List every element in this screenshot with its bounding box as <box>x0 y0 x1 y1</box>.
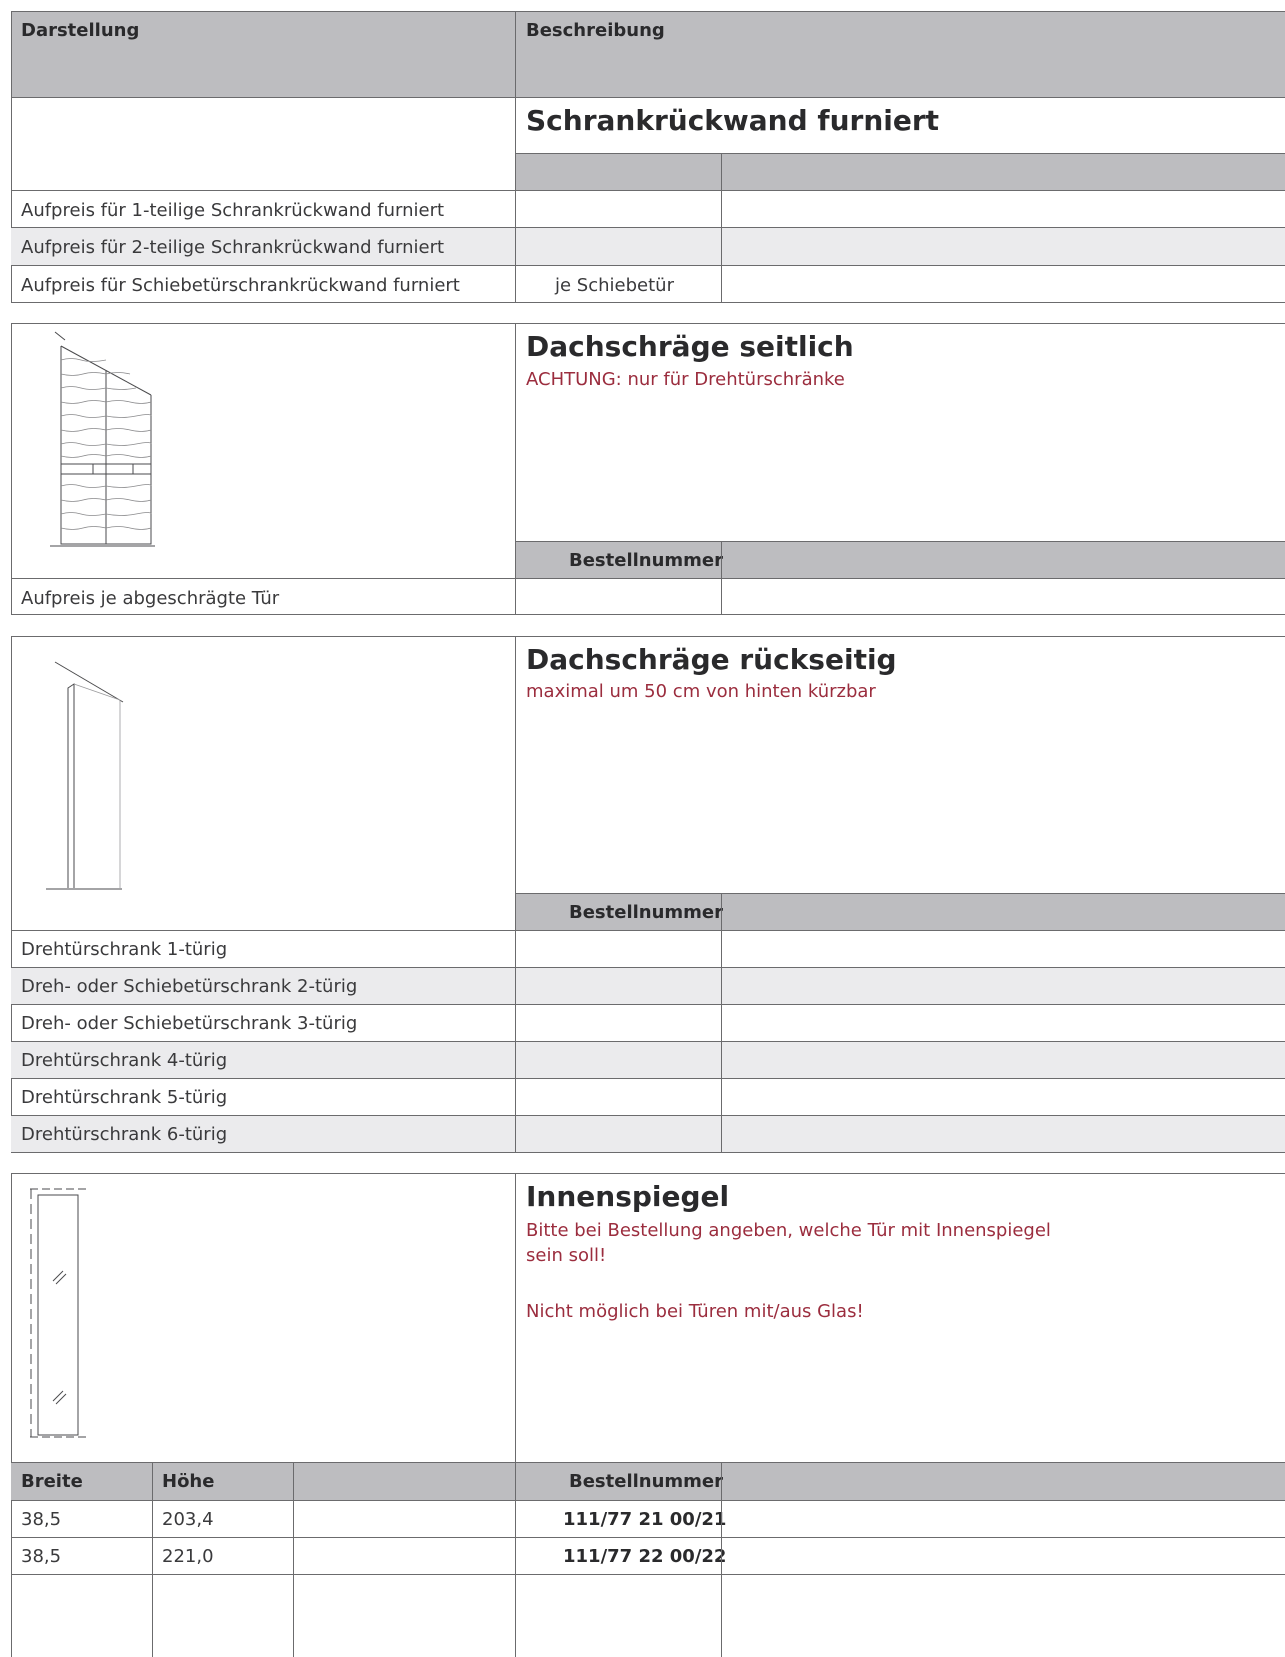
section1-gray-band <box>516 154 1285 190</box>
row-label: Aufpreis für Schiebetürschrankrückwand f… <box>21 275 460 296</box>
mirror-order-number: 111/77 22 00/22 <box>563 1546 727 1567</box>
order-number-header: Bestellnummer <box>569 902 724 923</box>
section-note: maximal um 50 cm von hinten kürzbar <box>526 681 876 702</box>
mirror-height: 203,4 <box>162 1509 214 1530</box>
column-header-breite: Breite <box>21 1471 83 1492</box>
row-label: Drehtürschrank 5-türig <box>21 1087 228 1108</box>
mirror-width: 38,5 <box>21 1509 62 1530</box>
mirror-width: 38,5 <box>21 1546 62 1567</box>
row-label: Aufpreis je abgeschrägte Tür <box>21 588 280 609</box>
section-note-glass: Nicht möglich bei Türen mit/aus Glas! <box>526 1301 864 1322</box>
row-label: Dreh- oder Schiebetürschrank 3-türig <box>21 1013 358 1034</box>
row-label: Aufpreis für 2-teilige Schrankrückwand f… <box>21 237 445 258</box>
row-label: Dreh- oder Schiebetürschrank 2-türig <box>21 976 358 997</box>
section-title-rueckwand: Schrankrückwand furniert <box>526 104 940 137</box>
column-header-bestellnummer: Bestellnummer <box>569 1471 724 1492</box>
row-label: Drehtürschrank 6-türig <box>21 1124 228 1145</box>
row-label: Drehtürschrank 4-türig <box>21 1050 228 1071</box>
row-label: Drehtürschrank 1-türig <box>21 939 228 960</box>
header-darstellung: Darstellung <box>21 20 140 41</box>
section-title-innenspiegel: Innenspiegel <box>526 1180 730 1213</box>
section-title-dachschraege-rueckseitig: Dachschräge rückseitig <box>526 643 897 676</box>
column-header-hoehe: Höhe <box>162 1471 215 1492</box>
row-mid-label: je Schiebetür <box>555 275 674 296</box>
wardrobe-rear-slope-drawing <box>46 661 124 890</box>
section-note: sein soll! <box>526 1245 607 1266</box>
mirror-height: 221,0 <box>162 1546 214 1567</box>
section-title-dachschraege-seitlich: Dachschräge seitlich <box>526 330 854 363</box>
inner-mirror-door-drawing <box>30 1188 86 1438</box>
mirror-order-number: 111/77 21 00/21 <box>563 1509 727 1530</box>
section-note: ACHTUNG: nur für Drehtürschränke <box>526 369 845 390</box>
wardrobe-side-slope-drawing <box>50 331 155 547</box>
order-number-header: Bestellnummer <box>569 550 724 571</box>
section-note: Bitte bei Bestellung angeben, welche Tür… <box>526 1220 1051 1241</box>
row-label: Aufpreis für 1-teilige Schrankrückwand f… <box>21 200 445 221</box>
header-beschreibung: Beschreibung <box>526 20 665 41</box>
